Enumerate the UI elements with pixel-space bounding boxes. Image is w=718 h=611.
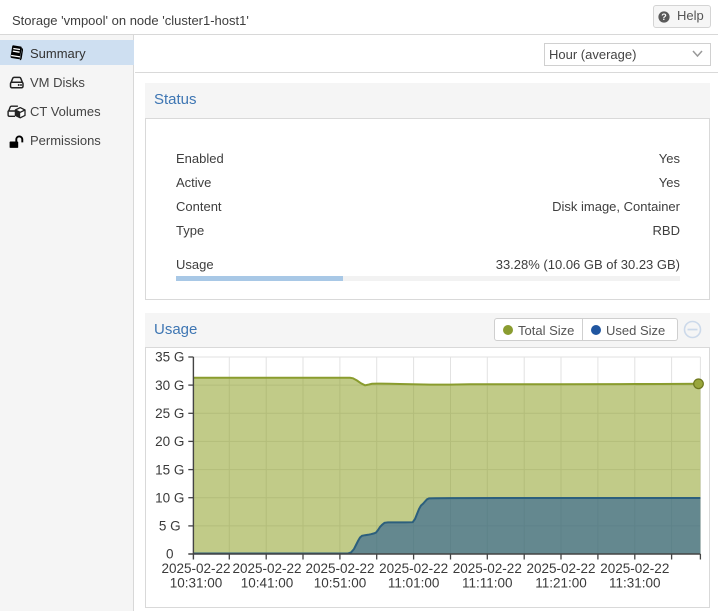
svg-text:11:11:00: 11:11:00: [462, 575, 513, 590]
svg-text:35 G: 35 G: [155, 350, 184, 365]
svg-text:2025-02-22: 2025-02-22: [526, 561, 595, 576]
svg-text:10:31:00: 10:31:00: [170, 575, 223, 590]
svg-text:2025-02-22: 2025-02-22: [379, 561, 448, 576]
svg-text:30 G: 30 G: [155, 378, 184, 393]
svg-text:2025-02-22: 2025-02-22: [600, 561, 669, 576]
svg-text:11:01:00: 11:01:00: [388, 575, 440, 590]
svg-text:15 G: 15 G: [155, 462, 184, 477]
svg-text:2025-02-22: 2025-02-22: [305, 561, 374, 576]
svg-text:10:51:00: 10:51:00: [314, 575, 367, 590]
svg-text:20 G: 20 G: [155, 434, 184, 449]
svg-text:2025-02-22: 2025-02-22: [161, 561, 230, 576]
svg-text:10:41:00: 10:41:00: [241, 575, 294, 590]
svg-text:11:21:00: 11:21:00: [535, 575, 587, 590]
svg-text:2025-02-22: 2025-02-22: [453, 561, 522, 576]
svg-text:5 G: 5 G: [159, 519, 181, 534]
svg-text:25 G: 25 G: [155, 406, 184, 421]
svg-text:2025-02-22: 2025-02-22: [232, 561, 301, 576]
svg-text:10 G: 10 G: [155, 490, 184, 505]
svg-text:0: 0: [166, 547, 174, 562]
svg-text:11:31:00: 11:31:00: [609, 575, 661, 590]
